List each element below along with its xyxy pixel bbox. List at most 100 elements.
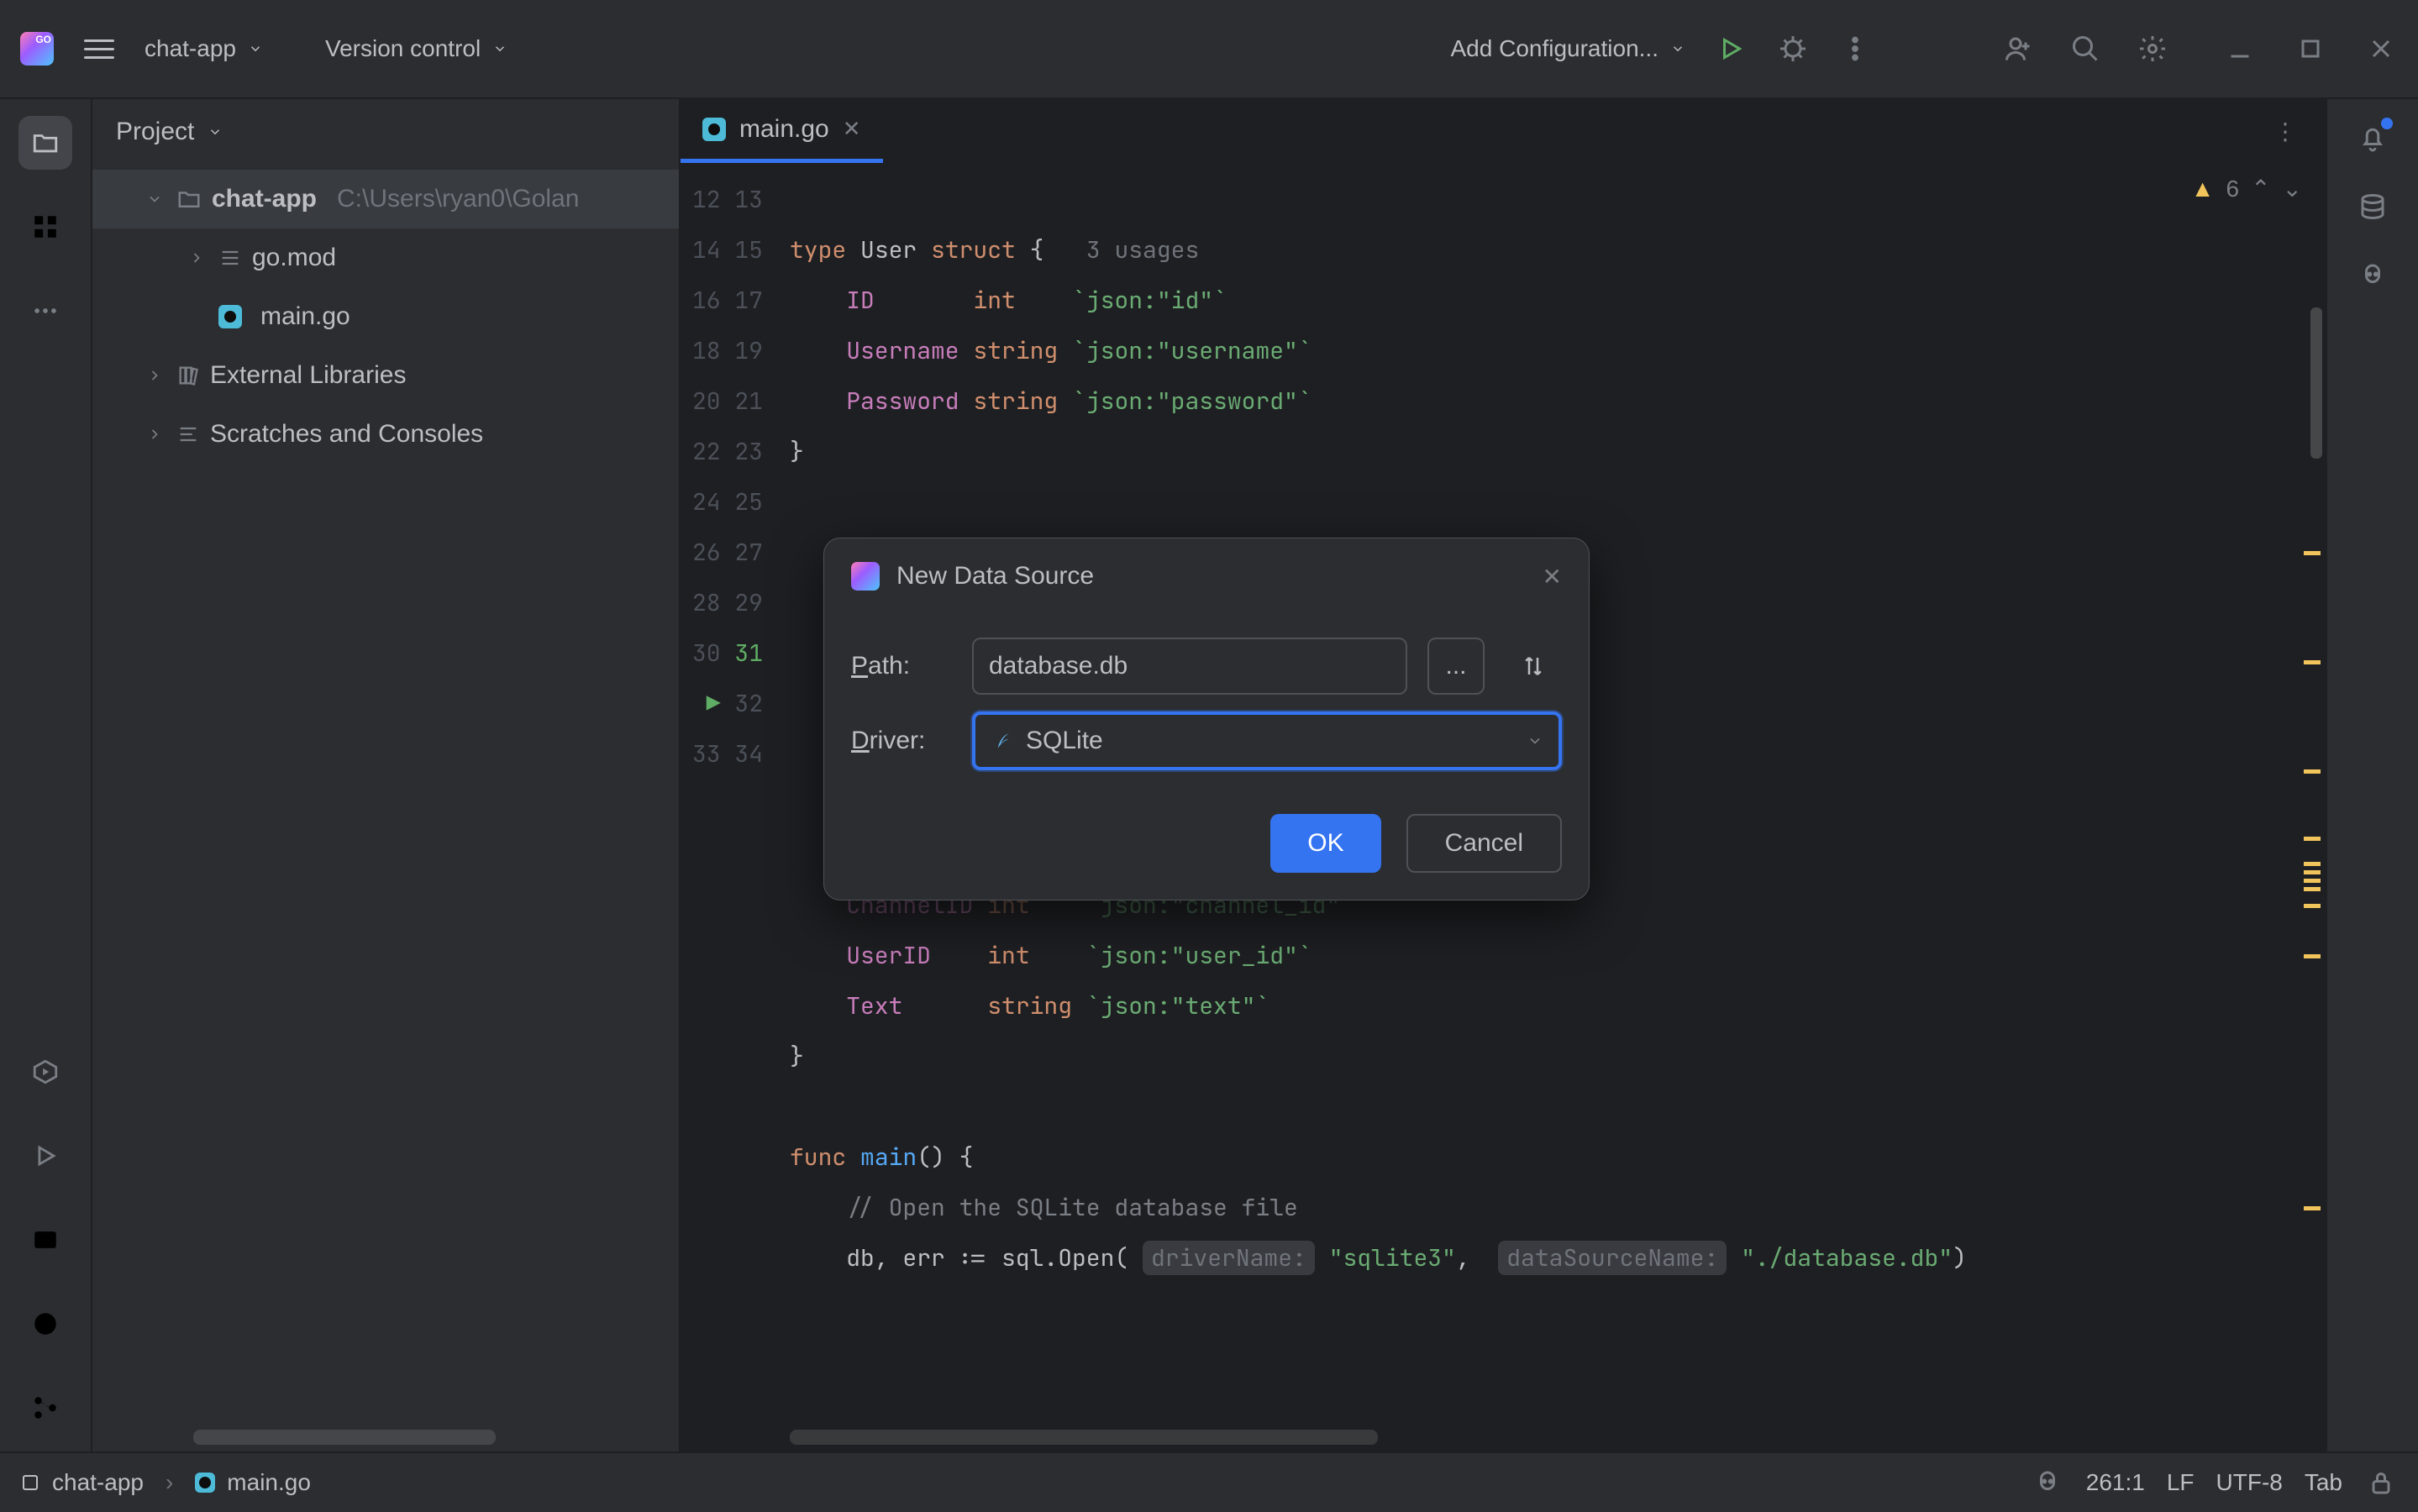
gutter-markers: [2305, 215, 2326, 1452]
string-literal: "sqlite3": [1329, 1242, 1456, 1273]
tree-item-label: External Libraries: [210, 361, 406, 390]
project-panel-title: Project: [116, 118, 194, 146]
window-minimize-icon[interactable]: [2223, 32, 2257, 66]
go-file-icon: [195, 1473, 215, 1493]
caret-position[interactable]: 261:1: [2086, 1469, 2145, 1496]
crumb-file-label: main.go: [227, 1469, 311, 1496]
chevron-right-icon[interactable]: [143, 426, 166, 443]
notifications-icon[interactable]: [2356, 121, 2389, 155]
chevron-down-icon[interactable]: [143, 191, 166, 207]
left-tool-strip: [0, 99, 92, 1452]
run-tool-button[interactable]: [18, 1129, 72, 1183]
project-panel: Project chat-app C:\Users\ryan0\Golan go…: [92, 99, 681, 1452]
prev-highlight-icon[interactable]: ⌃: [2251, 175, 2270, 202]
tree-root-name: chat-app: [212, 185, 317, 213]
inspections-widget[interactable]: ▲ 6 ⌃ ⌄: [2191, 175, 2302, 202]
project-name: chat-app: [145, 35, 236, 62]
line-gutter: 12 13 14 15 16 17 18 19 20 21 22 23 24 2…: [681, 165, 773, 1452]
path-input[interactable]: [972, 638, 1407, 695]
tree-item-label: main.go: [260, 302, 350, 331]
chevron-down-icon: [492, 41, 507, 56]
horizontal-scrollbar[interactable]: [790, 1430, 1378, 1445]
app-icon: [20, 32, 54, 66]
driver-label: Driver:: [851, 727, 952, 755]
browse-button[interactable]: ...: [1427, 638, 1485, 695]
chevron-right-icon[interactable]: [185, 249, 208, 266]
more-tool-button[interactable]: [18, 284, 72, 338]
debug-icon[interactable]: [1776, 32, 1810, 66]
window-close-icon[interactable]: [2364, 32, 2398, 66]
version-control-dropdown[interactable]: Version control: [325, 35, 507, 62]
breadcrumb-file[interactable]: main.go: [195, 1469, 311, 1496]
project-dropdown[interactable]: chat-app: [145, 35, 263, 62]
editor-tab-main-go[interactable]: main.go ✕: [681, 99, 883, 163]
copilot-status-icon[interactable]: [2031, 1466, 2064, 1499]
library-icon: [176, 364, 200, 387]
code-with-me-icon[interactable]: [2001, 32, 2035, 66]
module-icon: [218, 246, 242, 270]
close-icon[interactable]: ✕: [1543, 563, 1562, 591]
sqlite-icon: [991, 730, 1012, 752]
app-icon: [851, 562, 880, 591]
dialog-title-label: New Data Source: [896, 562, 1094, 591]
close-icon[interactable]: ✕: [843, 116, 861, 142]
chevron-down-icon: [1527, 732, 1543, 749]
git-tool-button[interactable]: [18, 1381, 72, 1435]
more-icon[interactable]: [1838, 32, 1872, 66]
copilot-icon[interactable]: [2356, 259, 2389, 292]
string-literal: "./database.db": [1741, 1242, 1953, 1273]
crumb-root: chat-app: [52, 1469, 144, 1496]
new-data-source-dialog: New Data Source ✕ Path: ... Driver: SQLi…: [823, 538, 1590, 900]
tree-root[interactable]: chat-app C:\Users\ryan0\Golan: [92, 170, 679, 228]
indent-setting[interactable]: Tab: [2305, 1469, 2342, 1496]
tree-root-path: C:\Users\ryan0\Golan: [337, 185, 579, 213]
breadcrumb[interactable]: chat-app: [20, 1469, 144, 1496]
gear-icon[interactable]: [2136, 32, 2169, 66]
horizontal-scrollbar[interactable]: [193, 1430, 496, 1445]
tree-scratches[interactable]: Scratches and Consoles: [92, 405, 679, 464]
path-label: Path:: [851, 652, 952, 680]
cancel-button[interactable]: Cancel: [1406, 814, 1562, 873]
run-config-dropdown[interactable]: Add Configuration...: [1451, 35, 1686, 62]
top-navbar: chat-app Version control Add Configurati…: [0, 0, 2418, 99]
more-icon[interactable]: ⋮: [2273, 118, 2300, 145]
problems-tool-button[interactable]: [18, 1297, 72, 1351]
right-tool-strip: [2326, 99, 2418, 1452]
project-panel-header[interactable]: Project: [92, 99, 679, 165]
services-tool-button[interactable]: [18, 1045, 72, 1099]
status-bar: chat-app › main.go 261:1 LF UTF-8 Tab: [0, 1452, 2418, 1512]
ok-button[interactable]: OK: [1270, 814, 1380, 873]
database-tool-icon[interactable]: [2356, 190, 2389, 223]
next-highlight-icon[interactable]: ⌄: [2283, 175, 2302, 202]
structure-tool-button[interactable]: [18, 200, 72, 254]
driver-combo[interactable]: SQLite: [972, 711, 1562, 770]
driver-value: SQLite: [1026, 727, 1103, 755]
lock-icon[interactable]: [2364, 1466, 2398, 1499]
hamburger-menu[interactable]: [82, 32, 116, 66]
tree-external-libraries[interactable]: External Libraries: [92, 346, 679, 405]
run-config-label: Add Configuration...: [1451, 35, 1659, 62]
usages-hint: 3 usages: [1086, 234, 1199, 265]
run-icon[interactable]: [1714, 32, 1748, 66]
tree-item-go-mod[interactable]: go.mod: [92, 228, 679, 287]
search-icon[interactable]: [2068, 32, 2102, 66]
sort-toggle-button[interactable]: [1505, 638, 1562, 695]
breadcrumb-separator: ›: [166, 1469, 173, 1496]
editor-tabs: main.go ✕ ⋮: [681, 99, 2326, 165]
window-maximize-icon[interactable]: [2294, 32, 2327, 66]
tree-item-main-go[interactable]: main.go: [92, 287, 679, 346]
terminal-tool-button[interactable]: [18, 1213, 72, 1267]
tree-item-label: Scratches and Consoles: [210, 420, 483, 449]
chevron-down-icon: [248, 41, 263, 56]
scratches-icon: [176, 423, 200, 446]
go-file-icon: [218, 305, 242, 328]
line-separator[interactable]: LF: [2167, 1469, 2195, 1496]
project-tree: chat-app C:\Users\ryan0\Golan go.mod mai…: [92, 165, 679, 469]
warning-icon: ▲: [2191, 176, 2215, 202]
project-tool-button[interactable]: [18, 116, 72, 170]
chevron-down-icon: [208, 124, 223, 139]
go-file-icon: [702, 118, 726, 141]
file-encoding[interactable]: UTF-8: [2216, 1469, 2283, 1496]
chevron-right-icon[interactable]: [143, 367, 166, 384]
param-hint: driverName:: [1143, 1241, 1315, 1275]
